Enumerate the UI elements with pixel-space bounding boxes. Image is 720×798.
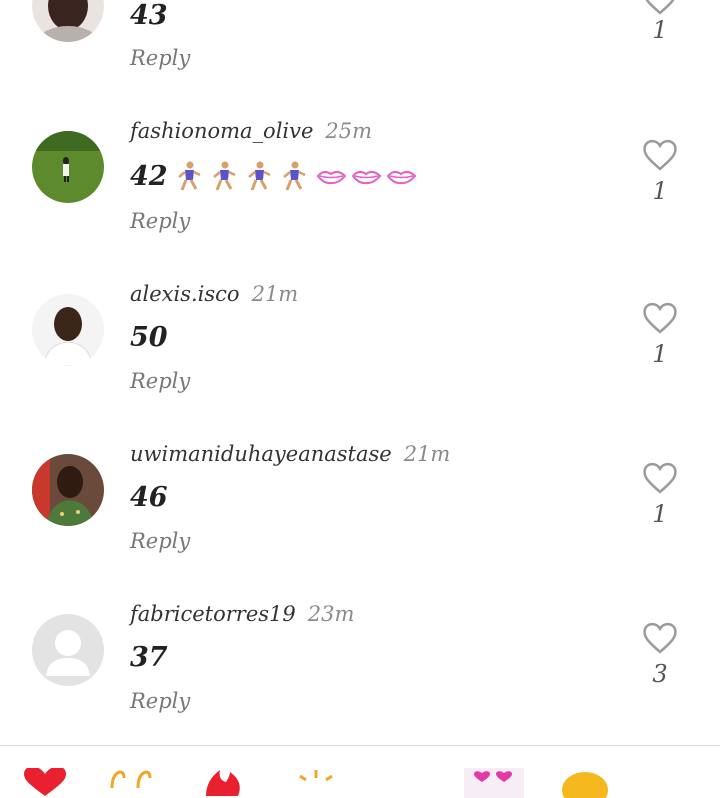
comment-text-value: 46 [130, 482, 168, 513]
like-count: 1 [652, 16, 668, 44]
quick-emoji-bar [0, 745, 720, 798]
person-photo-icon [32, 294, 104, 366]
heart-outline-icon[interactable] [641, 621, 679, 655]
lips-icon [351, 170, 381, 185]
comment-text: 46 [130, 482, 168, 513]
avatar[interactable] [32, 294, 104, 366]
person-photo-icon [32, 0, 104, 42]
comment-text-value: 50 [130, 322, 168, 353]
heart-outline-icon[interactable] [641, 138, 679, 172]
like-count: 1 [652, 500, 668, 528]
avatar[interactable] [32, 454, 104, 526]
timestamp: 23m [307, 602, 355, 626]
username[interactable]: uwimaniduhayeanastase 21m [130, 442, 450, 466]
reply-button[interactable]: Reply [130, 369, 190, 393]
runner-icon [212, 161, 236, 191]
timestamp: 25m [325, 119, 373, 143]
sparkle-icon[interactable] [296, 768, 336, 798]
reply-button[interactable]: Reply [130, 689, 190, 713]
default-avatar-icon [32, 614, 104, 686]
comment-text-value: 42 [130, 160, 168, 192]
like-count: 1 [652, 340, 668, 368]
grass-field-photo-icon [32, 131, 104, 203]
comment-text-value: 37 [130, 642, 168, 673]
fire-icon[interactable] [200, 768, 250, 798]
username-text[interactable]: fashionoma_olive [130, 119, 313, 143]
heart-outline-icon[interactable] [641, 0, 679, 16]
comment-text: 37 [130, 642, 168, 673]
reply-button[interactable]: Reply [130, 209, 190, 233]
timestamp: 21m [403, 442, 451, 466]
avatar[interactable] [32, 614, 104, 686]
username[interactable]: fabricetorres19 23m [130, 602, 354, 626]
comment-text: 50 [130, 322, 168, 353]
username-text[interactable]: uwimaniduhayeanastase [130, 442, 392, 466]
emoji-group [174, 160, 419, 192]
lips-icon [386, 170, 416, 185]
comment-text-value: 43 [130, 0, 168, 31]
username-text[interactable]: alexis.isco [130, 282, 240, 306]
hands-icon[interactable] [108, 768, 162, 798]
runner-icon [247, 161, 271, 191]
username[interactable]: fashionoma_olive 25m [130, 119, 372, 143]
avatar[interactable] [32, 131, 104, 203]
avatar[interactable] [32, 0, 104, 42]
reply-button[interactable]: Reply [130, 529, 190, 553]
person-photo-icon [32, 454, 104, 526]
heart-outline-icon[interactable] [641, 461, 679, 495]
comment-text: 43 [130, 0, 168, 31]
username-text[interactable]: fabricetorres19 [130, 602, 296, 626]
lips-icon [316, 170, 346, 185]
reply-button[interactable]: Reply [130, 46, 190, 70]
timestamp: 21m [251, 282, 299, 306]
runner-icon [282, 161, 306, 191]
heart-outline-icon[interactable] [641, 301, 679, 335]
heart-eyes-icon[interactable] [464, 768, 524, 798]
runner-icon [177, 161, 201, 191]
smiley-icon[interactable] [560, 768, 610, 798]
comment-text: 42 [130, 160, 419, 192]
like-count: 3 [652, 660, 668, 688]
username[interactable]: alexis.isco 21m [130, 282, 298, 306]
like-count: 1 [652, 177, 668, 205]
heart-icon[interactable] [22, 768, 68, 798]
